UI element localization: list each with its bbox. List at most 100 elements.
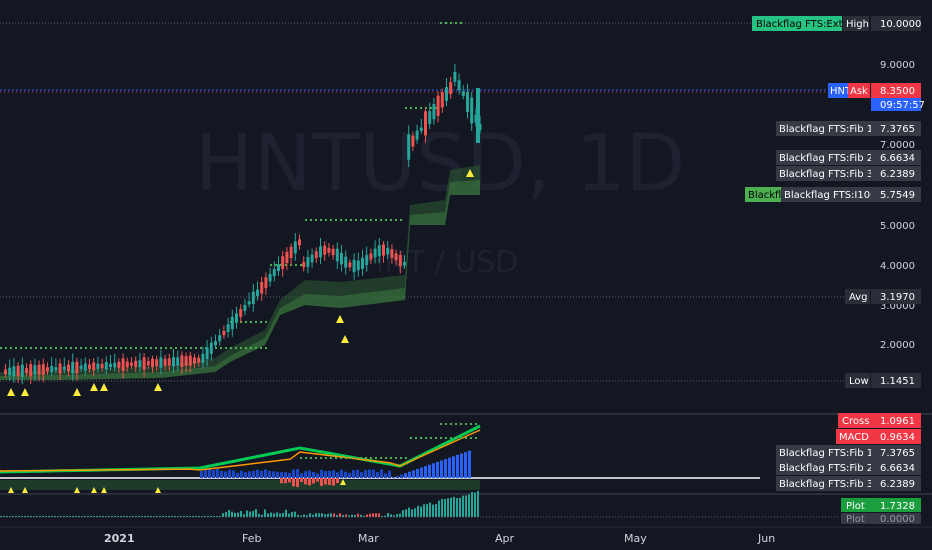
macd-histogram-bar: [280, 472, 283, 478]
oscillator-bar: [432, 504, 434, 517]
oscillator-bar: [285, 509, 287, 517]
price-tick: 7.0000: [880, 140, 915, 151]
oscillator-bar: [375, 513, 377, 517]
candle-body: [130, 362, 133, 366]
macd-histogram-bar: [440, 460, 443, 478]
candle-body: [352, 259, 356, 273]
candle-body: [75, 361, 79, 374]
macd-histogram-bar: [468, 450, 471, 478]
oscillator-bar: [225, 512, 227, 517]
candle-body: [243, 304, 247, 311]
macd-histogram-bar: [284, 472, 287, 478]
macd-histogram-bar: [272, 471, 275, 478]
candle-body: [340, 252, 343, 265]
macd-histogram-bar: [288, 478, 291, 483]
oscillator-bar: [273, 513, 275, 517]
avg-value: 3.1970: [880, 292, 915, 303]
candle-body: [209, 342, 213, 354]
candle-body: [142, 357, 146, 370]
macd-histogram-bar: [396, 475, 399, 478]
macd-histogram-bar: [336, 478, 339, 483]
candle-body: [293, 241, 297, 254]
candle-body: [79, 365, 83, 369]
candle-body: [29, 364, 33, 377]
ask-label: Ask: [850, 86, 868, 97]
macd-histogram-bar: [420, 467, 423, 478]
candle-body: [268, 273, 272, 282]
macd-histogram-bar: [312, 471, 315, 478]
time-label: Jun: [757, 532, 775, 545]
candle-body: [382, 244, 385, 256]
macd-histogram-bar: [428, 464, 431, 478]
candle-body: [16, 365, 20, 377]
macd-value: 0.9634: [880, 432, 915, 443]
macd-histogram-bar: [404, 473, 407, 478]
plot-value: 1.7328: [880, 501, 915, 512]
candle-body: [117, 361, 121, 369]
oscillator-bar: [474, 492, 476, 517]
oscillator-bar: [228, 509, 230, 517]
candle-body: [390, 249, 394, 258]
candle-body: [151, 358, 154, 368]
macd-histogram-bar: [416, 468, 419, 478]
macd-histogram-bar: [400, 474, 403, 478]
candle-body: [20, 364, 24, 377]
low-label: Low: [849, 376, 869, 387]
candle-body: [281, 256, 285, 269]
candle-body: [163, 358, 167, 366]
ask-value: 8.3500: [880, 86, 915, 97]
macd-histogram-bar: [436, 461, 439, 478]
candle-body: [310, 254, 314, 263]
plot2-label: Plot: [846, 514, 865, 525]
tradingview-chart[interactable]: HNTUSD, 1D HNT / USD 9.0000 7.0000 5.000…: [0, 0, 932, 550]
candle-body: [394, 253, 398, 261]
macd-histogram-bar: [300, 473, 303, 478]
oscillator-bar: [330, 513, 332, 517]
candle-body: [436, 95, 440, 116]
candle-body: [37, 364, 41, 375]
price-label-high: Blackflag FTS:Extre High 10.0000: [752, 16, 921, 31]
i100-label: Blackflag FTS:I100: [784, 190, 876, 201]
oscillator-bar: [333, 513, 335, 517]
candle-body: [96, 363, 100, 369]
cross-value: 1.0961: [880, 416, 915, 427]
oscillator-bar: [309, 513, 311, 517]
macd-histogram-bar: [252, 470, 255, 478]
oscillator-bar: [414, 508, 416, 517]
oscillator-bar: [267, 513, 269, 517]
candle-body: [201, 353, 205, 363]
macd-histogram-bar: [216, 469, 219, 478]
price-label-fib3: Blackflag FTS:Fib 3 6.2389: [776, 166, 921, 181]
macd-histogram-bar: [288, 472, 291, 478]
candle-body: [230, 316, 234, 330]
macd-histogram-bar: [280, 478, 283, 484]
macd-label: MACD: [839, 432, 869, 443]
time-label: Apr: [495, 532, 515, 545]
oscillator-bar: [234, 512, 236, 517]
oscillator-bar: [429, 502, 431, 517]
candle-body: [407, 134, 411, 160]
oscillator-bar: [465, 495, 467, 517]
candle-body: [125, 361, 129, 368]
oscillator-bar: [222, 513, 224, 517]
macd-histogram-bar: [448, 457, 451, 478]
candle-body: [298, 239, 301, 246]
macd-fib1-value: 7.3765: [880, 448, 915, 459]
candle-body: [398, 254, 402, 267]
macd-histogram-bar: [240, 470, 243, 478]
candle-body: [445, 87, 448, 101]
oscillator-bar: [318, 513, 320, 517]
candle-body: [222, 331, 226, 336]
oscillator-bar: [423, 504, 425, 517]
candle-body: [193, 357, 196, 364]
price-label-fib2: Blackflag FTS:Fib 2 6.6634: [776, 150, 921, 165]
time-scale[interactable]: 2021 Feb Mar Apr May Jun: [0, 526, 932, 550]
macd-histogram-bar: [304, 471, 307, 478]
price-tick: 4.0000: [880, 261, 915, 272]
macd-histogram-bar: [316, 473, 319, 478]
candle-body: [264, 277, 268, 289]
high-label: High: [846, 19, 869, 30]
candle-body: [277, 264, 280, 272]
candle-body: [100, 363, 104, 369]
oscillator-bar: [240, 510, 242, 517]
